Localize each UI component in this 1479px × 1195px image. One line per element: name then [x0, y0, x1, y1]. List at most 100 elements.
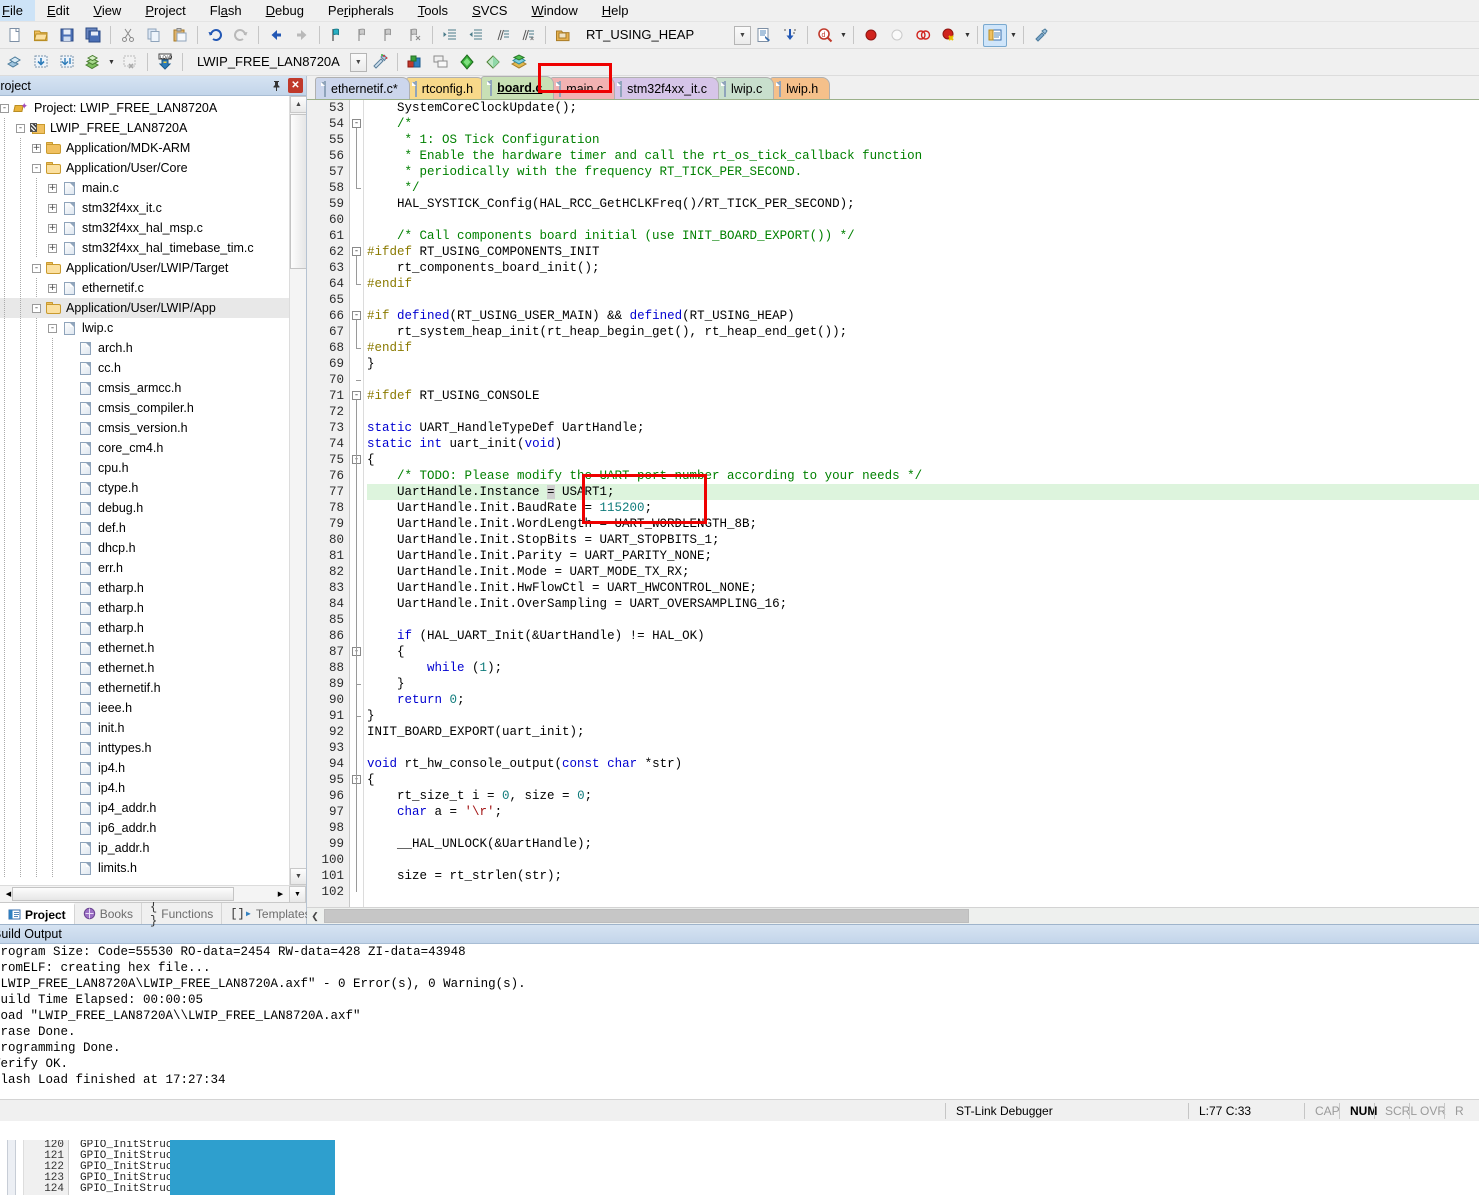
- collapse-icon[interactable]: -: [16, 123, 25, 133]
- target-select-dropdown[interactable]: ▼: [349, 52, 367, 72]
- config-value-combo[interactable]: RT_USING_HEAP: [580, 25, 730, 45]
- tree-item[interactable]: ethernetif.h: [0, 678, 289, 698]
- tree-item[interactable]: ip4_addr.h: [0, 798, 289, 818]
- chevron-down-icon[interactable]: ▼: [962, 24, 973, 47]
- tree-item[interactable]: ethernet.h: [0, 638, 289, 658]
- configuration-wizard-icon[interactable]: [551, 24, 575, 47]
- menu-item-flash[interactable]: Flash: [198, 0, 254, 21]
- close-icon[interactable]: ✕: [288, 78, 303, 93]
- tree-item[interactable]: ip6_addr.h: [0, 818, 289, 838]
- tree-item[interactable]: core_cm4.h: [0, 438, 289, 458]
- project-tree[interactable]: - ✦ Project: LWIP_FREE_LAN8720A - LWIP_FREE_…: [0, 96, 289, 885]
- fold-toggle[interactable]: -: [352, 311, 361, 320]
- cut-icon[interactable]: [116, 24, 140, 47]
- menu-item-window[interactable]: Window: [519, 0, 589, 21]
- fold-toggle[interactable]: -: [352, 119, 361, 128]
- comment-icon[interactable]: [490, 24, 514, 47]
- tree-item[interactable]: - lwip.c: [0, 318, 289, 338]
- tree-item[interactable]: ethernet.h: [0, 658, 289, 678]
- bookmark-toggle-icon[interactable]: [325, 24, 349, 47]
- tree-item[interactable]: etharp.h: [0, 578, 289, 598]
- tree-item[interactable]: cmsis_version.h: [0, 418, 289, 438]
- project-tree-hscrollbar[interactable]: ◀ ▶ ▼: [0, 885, 306, 903]
- redo-icon[interactable]: [229, 24, 253, 47]
- tree-item[interactable]: + stm32f4xx_hal_msp.c: [0, 218, 289, 238]
- scroll-down-icon[interactable]: ▼: [290, 868, 306, 885]
- navigate-back-icon[interactable]: [264, 24, 288, 47]
- scroll-up-icon[interactable]: ▲: [290, 96, 306, 113]
- expand-icon[interactable]: +: [48, 283, 57, 293]
- tree-item[interactable]: etharp.h: [0, 598, 289, 618]
- tree-item[interactable]: cmsis_compiler.h: [0, 398, 289, 418]
- disable-all-breakpoints-icon[interactable]: [911, 24, 935, 47]
- download-icon[interactable]: LOAD: [153, 51, 177, 74]
- tree-item[interactable]: init.h: [0, 718, 289, 738]
- tree-item[interactable]: + ethernetif.c: [0, 278, 289, 298]
- multi-project-icon[interactable]: [429, 51, 453, 74]
- tree-item[interactable]: ip4.h: [0, 778, 289, 798]
- scroll-left-icon[interactable]: ❮: [307, 911, 323, 922]
- editor-tab-ethernetif-c-[interactable]: ethernetif.c*: [315, 77, 410, 99]
- project-tab-templates[interactable]: []▸ Templates: [222, 903, 320, 924]
- menu-item-tools[interactable]: Tools: [406, 0, 460, 21]
- kill-all-breakpoints-icon[interactable]: [937, 24, 961, 47]
- project-tab-project[interactable]: Project: [0, 903, 75, 924]
- tree-item[interactable]: - Application/User/LWIP/Target: [0, 258, 289, 278]
- save-icon[interactable]: [55, 24, 79, 47]
- hscrollbar-thumb[interactable]: [12, 887, 234, 901]
- expand-icon[interactable]: +: [48, 243, 57, 253]
- project-window-icon[interactable]: [983, 23, 1007, 47]
- editor-tab-main-c[interactable]: main.c: [550, 77, 616, 99]
- tree-item[interactable]: dhcp.h: [0, 538, 289, 558]
- tree-item[interactable]: + Application/MDK-ARM: [0, 138, 289, 158]
- undo-icon[interactable]: [203, 24, 227, 47]
- tree-item[interactable]: cmsis_armcc.h: [0, 378, 289, 398]
- menu-item-svcs[interactable]: SVCS: [460, 0, 519, 21]
- editor-tab-stm32f4xx-it-c[interactable]: stm32f4xx_it.c: [611, 77, 720, 99]
- fold-toggle[interactable]: -: [352, 247, 361, 256]
- new-file-icon[interactable]: [3, 24, 27, 47]
- chevron-down-icon[interactable]: ▼: [734, 25, 751, 45]
- editor-hscrollbar-thumb[interactable]: [324, 909, 969, 923]
- bookmark-next-icon[interactable]: [377, 24, 401, 47]
- open-file-icon[interactable]: [29, 24, 53, 47]
- fold-toggle[interactable]: -: [352, 391, 361, 400]
- uncomment-icon[interactable]: [516, 24, 540, 47]
- config-value-dropdown[interactable]: ▼: [734, 25, 751, 45]
- copy-icon[interactable]: [142, 24, 166, 47]
- tree-item[interactable]: - LWIP_FREE_LAN8720A: [0, 118, 289, 138]
- editor-tab-rtconfig-h[interactable]: rtconfig.h: [405, 77, 486, 99]
- collapse-icon[interactable]: -: [0, 103, 9, 113]
- chevron-down-icon[interactable]: ▼: [838, 24, 849, 47]
- bookmark-prev-icon[interactable]: [351, 24, 375, 47]
- pack-installer-icon[interactable]: [507, 51, 531, 74]
- tree-item[interactable]: + stm32f4xx_hal_timebase_tim.c: [0, 238, 289, 258]
- menu-item-view[interactable]: View: [81, 0, 133, 21]
- editor-tab-board-c[interactable]: board.c: [481, 76, 555, 99]
- outdent-icon[interactable]: [464, 24, 488, 47]
- tree-item[interactable]: + main.c: [0, 178, 289, 198]
- chevron-down-icon[interactable]: ▼: [349, 52, 367, 72]
- target-options-icon[interactable]: [368, 51, 392, 74]
- collapse-icon[interactable]: -: [48, 323, 57, 333]
- pin-icon[interactable]: [269, 78, 284, 93]
- indent-icon[interactable]: [438, 24, 462, 47]
- paste-icon[interactable]: [168, 24, 192, 47]
- goto-definition-icon[interactable]: [778, 24, 802, 47]
- tree-item[interactable]: + stm32f4xx_it.c: [0, 198, 289, 218]
- project-tab-books[interactable]: Books: [75, 903, 143, 924]
- tree-item[interactable]: def.h: [0, 518, 289, 538]
- menu-item-file[interactable]: File: [0, 0, 35, 21]
- insert-breakpoint-icon[interactable]: [859, 24, 883, 47]
- collapse-icon[interactable]: -: [32, 163, 41, 173]
- collapse-icon[interactable]: -: [32, 263, 41, 273]
- project-tab-functions[interactable]: { } Functions: [142, 900, 223, 928]
- editor-tab-lwip-c[interactable]: lwip.c: [715, 77, 775, 99]
- tree-item[interactable]: etharp.h: [0, 618, 289, 638]
- chevron-down-icon[interactable]: ▼: [1008, 24, 1019, 47]
- code-folding-column[interactable]: -------: [350, 100, 364, 907]
- batch-build-icon[interactable]: [81, 51, 105, 74]
- configure-icon[interactable]: [1029, 24, 1053, 47]
- tree-item[interactable]: ieee.h: [0, 698, 289, 718]
- code-text-area[interactable]: SystemCoreClockUpdate(); /* * 1: OS Tick…: [364, 100, 1479, 907]
